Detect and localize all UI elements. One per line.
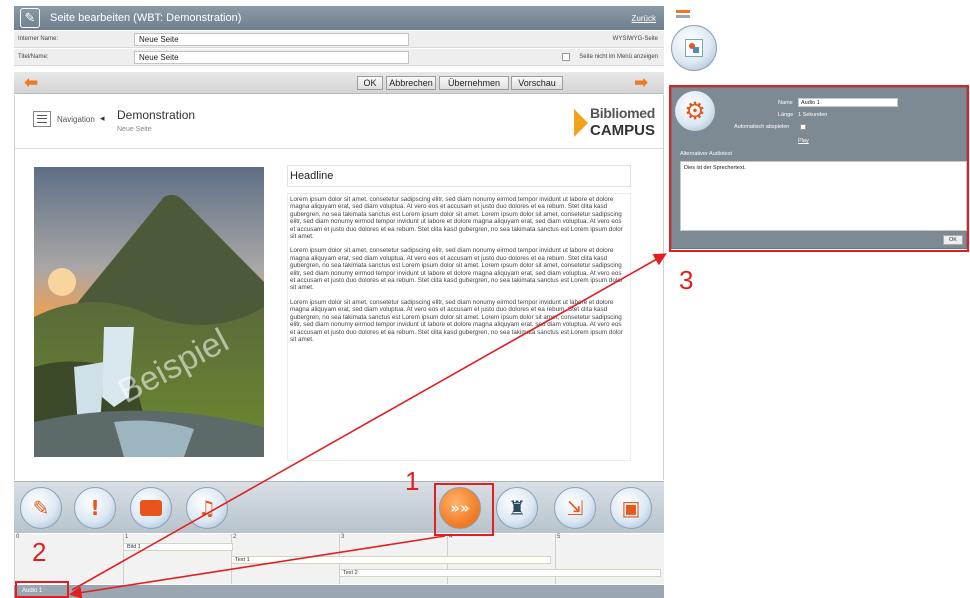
annotation-arrows [68, 253, 667, 598]
